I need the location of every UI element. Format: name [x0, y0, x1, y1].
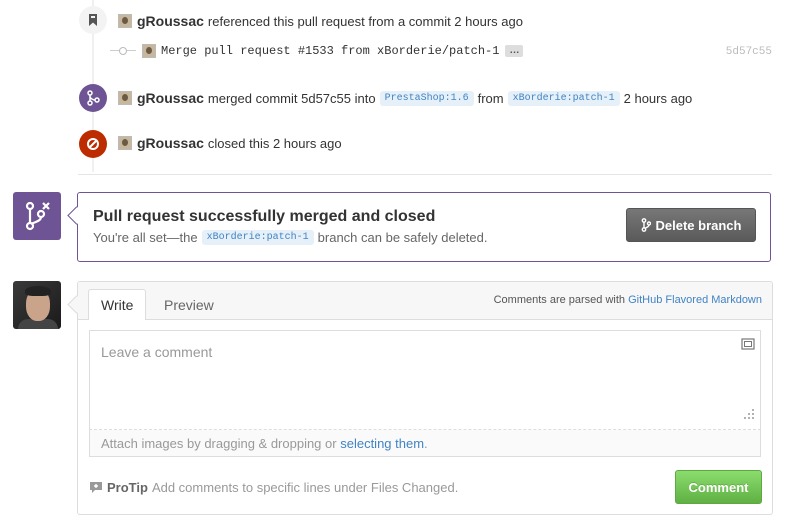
tab-preview[interactable]: Preview	[152, 289, 226, 320]
closed-event: gRoussac closed this 2 hours ago	[118, 135, 342, 151]
comment-add-icon	[90, 482, 102, 493]
bookmark-icon	[89, 14, 97, 26]
fullscreen-icon[interactable]	[741, 338, 755, 350]
subtitle-before: You're all set—the	[93, 230, 198, 245]
avatar[interactable]	[118, 91, 132, 105]
closed-badge	[79, 130, 107, 158]
comment-textarea[interactable]: Leave a comment	[89, 330, 761, 430]
reference-event: gRoussac referenced this pull request fr…	[118, 13, 523, 29]
subtitle-after: branch can be safely deleted.	[317, 230, 488, 245]
attach-end: .	[424, 436, 428, 451]
protip-label: ProTip	[107, 480, 148, 495]
merge-from-text: from	[477, 90, 504, 106]
event-author[interactable]: gRoussac	[137, 13, 204, 29]
base-branch[interactable]: PrestaShop:1.6	[379, 90, 474, 106]
avatar[interactable]	[142, 44, 156, 58]
divider	[78, 174, 772, 175]
protip-text: Add comments to specific lines under Fil…	[151, 480, 459, 495]
event-time: 2 hours ago	[623, 90, 693, 106]
event-author[interactable]: gRoussac	[137, 135, 204, 151]
markdown-link[interactable]: GitHub Flavored Markdown	[628, 294, 762, 306]
head-branch[interactable]: xBorderie:patch-1	[507, 90, 620, 106]
markdown-note: Comments are parsed with GitHub Flavored…	[494, 294, 762, 306]
resize-handle-icon[interactable]	[743, 408, 755, 420]
merge-status-title: Pull request successfully merged and clo…	[93, 208, 436, 225]
commit-dot-icon	[110, 44, 136, 58]
reference-badge	[79, 6, 107, 34]
comment-submit-button[interactable]: Comment	[675, 470, 762, 504]
git-merge-icon	[87, 90, 100, 106]
delete-branch-label: Delete branch	[655, 217, 742, 233]
merge-status-icon-box	[13, 192, 61, 240]
delete-branch-button[interactable]: Delete branch	[626, 208, 756, 242]
avatar[interactable]	[118, 136, 132, 150]
commit-message[interactable]: Merge pull request #1533 from xBorderie/…	[161, 44, 499, 58]
select-files-link[interactable]: selecting them	[340, 436, 424, 451]
avatar[interactable]	[13, 281, 61, 329]
attach-text: Attach images by dragging & dropping or	[101, 436, 337, 451]
tab-write[interactable]: Write	[88, 289, 147, 320]
circle-slash-icon	[87, 138, 99, 150]
attach-bar[interactable]: Attach images by dragging & dropping or …	[89, 430, 761, 457]
avatar[interactable]	[118, 14, 132, 28]
event-author[interactable]: gRoussac	[137, 90, 204, 106]
branch-name[interactable]: xBorderie:patch-1	[201, 230, 314, 245]
comment-placeholder: Leave a comment	[101, 344, 213, 360]
merge-text: merged commit 5d57c55 into	[207, 90, 376, 106]
git-branch-delete-icon	[25, 201, 50, 231]
merge-event: gRoussac merged commit 5d57c55 into Pres…	[118, 90, 692, 106]
protip: ProTip Add comments to specific lines un…	[89, 480, 458, 495]
merge-status-subtitle: You're all set—the xBorderie:patch-1 bra…	[93, 230, 488, 245]
comment-form-header: Write Preview Comments are parsed with G…	[78, 282, 772, 320]
event-text: closed this 2 hours ago	[207, 135, 342, 151]
markdown-note-text: Comments are parsed with	[493, 294, 626, 306]
merge-status-box: Pull request successfully merged and clo…	[77, 192, 771, 262]
comment-form: Write Preview Comments are parsed with G…	[77, 281, 773, 515]
merge-badge	[79, 84, 107, 112]
event-text: referenced this pull request from a comm…	[207, 13, 523, 29]
commit-row: Merge pull request #1533 from xBorderie/…	[110, 44, 524, 58]
commit-sha[interactable]: 5d57c55	[726, 46, 772, 58]
git-branch-icon	[641, 218, 651, 232]
avatar-hair	[25, 286, 51, 296]
expand-ellipsis-button[interactable]: …	[505, 45, 524, 57]
